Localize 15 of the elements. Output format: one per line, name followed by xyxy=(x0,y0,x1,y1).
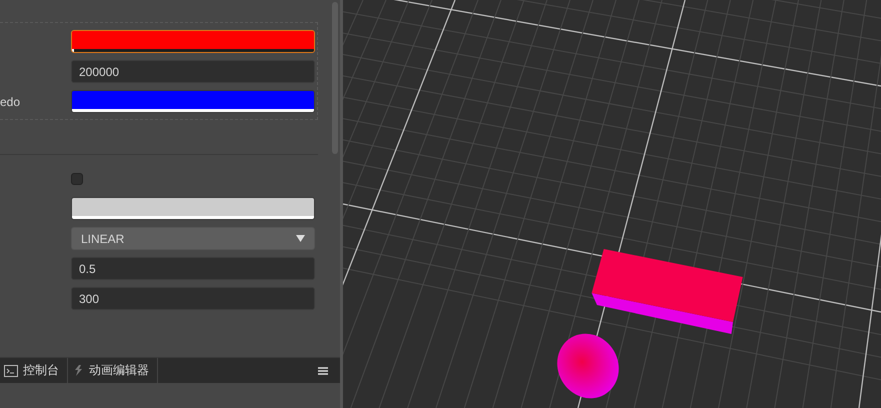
running-figure-icon xyxy=(72,364,84,377)
number-field[interactable]: 300 xyxy=(71,287,315,310)
color-field[interactable] xyxy=(71,197,315,220)
color-field[interactable] xyxy=(71,90,315,113)
property-label: edo xyxy=(0,94,20,108)
menu-icon[interactable] xyxy=(318,366,328,374)
number-field[interactable]: 200000 xyxy=(71,60,315,83)
terminal-icon xyxy=(4,364,18,376)
color-field[interactable] xyxy=(71,30,315,53)
number-field[interactable]: 0.5 xyxy=(71,257,315,280)
caret-icon xyxy=(296,235,305,242)
box-drawing[interactable] xyxy=(592,249,743,334)
dropdown[interactable]: LINEAR xyxy=(71,227,315,250)
checkbox[interactable] xyxy=(71,172,83,184)
sphere-drawing[interactable] xyxy=(557,334,619,398)
